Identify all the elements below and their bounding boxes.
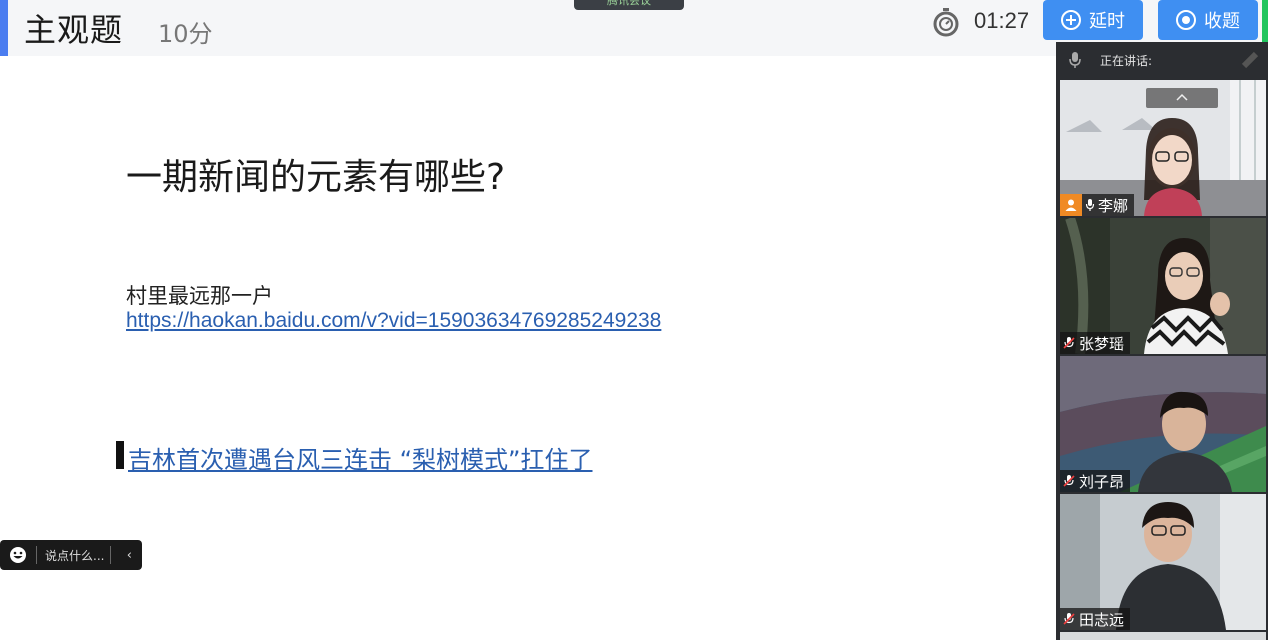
participant-name: 刘子昂 [1079,472,1125,491]
next-tile-peek [1060,632,1266,640]
chat-divider [110,546,112,564]
text-cursor [116,441,124,469]
mic-muted-icon [1063,475,1075,487]
stopwatch-icon [933,8,959,37]
participant-panel: 正在讲话: 李娜 张梦瑶 刘子昂 田志远 [1056,42,1268,640]
expand-panel-icon[interactable] [1240,50,1260,70]
participant-name-tag: 刘子昂 [1060,470,1131,492]
slide-heading: 一期新闻的元素有哪些? [126,157,506,198]
meeting-app-indicator[interactable]: 腾讯会议 [574,0,684,10]
participant-name: 张梦瑶 [1079,334,1125,353]
mic-muted-icon [1063,337,1075,349]
extend-time-button[interactable]: 延时 [1043,0,1143,40]
question-type-title: 主观题 [24,11,124,49]
participant-name-tag: 张梦瑶 [1060,332,1131,354]
collect-answers-label: 收题 [1204,11,1240,32]
participant-video-tile[interactable]: 刘子昂 [1060,356,1266,492]
smile-icon[interactable] [8,545,28,565]
video-link[interactable]: https://haokan.baidu.com/v?vid=159036347… [126,309,661,333]
participant-name: 李娜 [1098,196,1129,215]
question-score: 10分 [158,20,213,48]
extend-time-label: 延时 [1089,11,1125,32]
chevron-up-icon [1176,93,1188,101]
mic-muted-icon [1063,613,1075,625]
participant-video-tile[interactable]: 田志远 [1060,494,1266,630]
participant-name: 田志远 [1079,610,1125,629]
speaking-label: 正在讲话: [1100,53,1153,68]
microphone-icon [1069,52,1081,68]
app-root: 主观题 10分 腾讯会议 01:27 延时 收题 一期新闻的元素有哪些? 村里最… [0,0,1268,640]
collapse-video-button[interactable] [1146,88,1218,108]
chat-divider [36,546,37,564]
host-icon [1060,194,1082,216]
chevron-left-icon[interactable]: ‹ [127,548,132,563]
speaking-indicator: 正在讲话: [1056,42,1268,78]
participant-name-tag: 李娜 [1060,194,1135,216]
microphone-icon [1085,199,1095,211]
slide-text-line: 村里最远那一户 [126,284,273,308]
countdown-timer: 01:27 [974,8,1030,33]
chat-input-pill[interactable]: 说点什么... ‹ [0,540,142,570]
participant-video-tile[interactable]: 李娜 [1060,80,1266,216]
participant-video-tile[interactable]: 张梦瑶 [1060,218,1266,354]
collect-answers-button[interactable]: 收题 [1158,0,1258,40]
stop-circle-icon [1176,10,1196,30]
chat-placeholder[interactable]: 说点什么... [45,547,104,564]
plus-circle-icon [1061,10,1081,30]
accent-bar [0,0,8,56]
news-article-link[interactable]: 吉林首次遭遇台风三连击 “梨树模式”扛住了 [128,440,593,475]
participant-name-tag: 田志远 [1060,608,1131,630]
